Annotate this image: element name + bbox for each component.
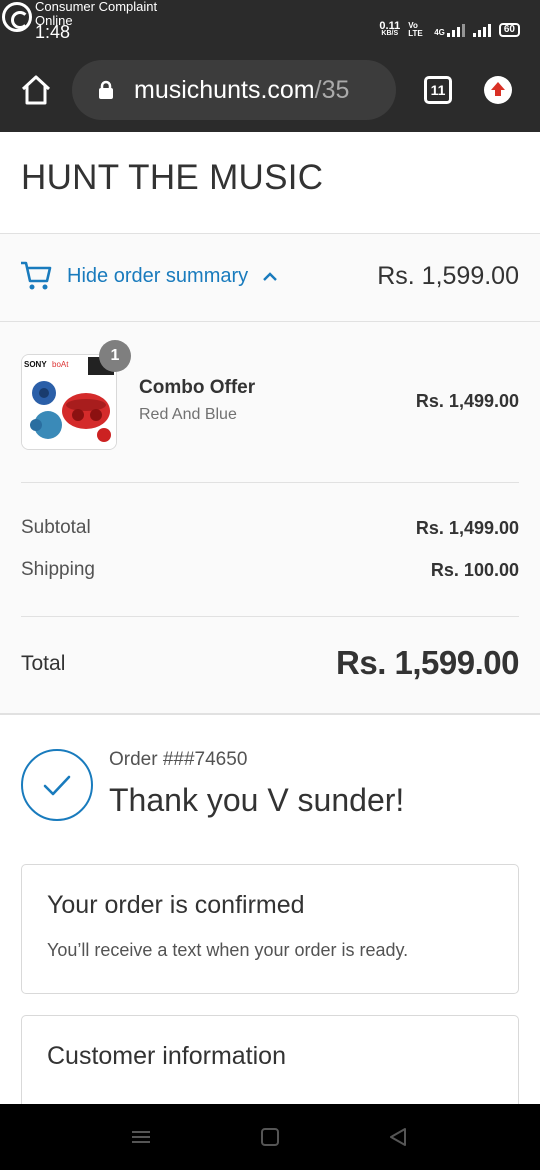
store-title[interactable]: HUNT THE MUSIC [21,158,323,198]
svg-text:boAt: boAt [52,360,69,369]
earbuds-image: SONY boAt [22,355,116,449]
shipping-value: Rs. 100.00 [430,560,519,580]
lock-icon [99,80,113,99]
order-summary: SONY boAt 1 Combo Offer Red And Blue Rs.… [0,322,540,715]
store-header: HUNT THE MUSIC [0,132,540,234]
divider [21,482,519,483]
status-bar: Consumer Complaint Online 1:48 0.11 KB/S… [0,0,540,50]
product-variant: Red And Blue [139,406,237,423]
cart-icon [21,261,52,290]
order-confirmed-text: You’ll receive a text when your order is… [47,940,409,960]
divider [21,616,519,617]
system-indicators: 0.11 KB/S Vo LTE 4G 60 [379,20,520,38]
address-bar[interactable]: musichunts.com/35 [72,60,396,120]
signal-icon-1 [446,23,465,37]
tab-switcher-button[interactable]: 11 [424,76,452,104]
back-icon[interactable] [387,1126,409,1148]
menu-icon[interactable] [130,1126,152,1148]
network-speed: 0.11 KB/S [379,20,401,38]
browser-toolbar: musichunts.com/35 11 [0,50,540,132]
order-confirmed-title: Your order is confirmed [47,891,305,919]
shipping-label: Shipping [21,559,95,580]
summary-total: Rs. 1,599.00 [377,262,519,290]
product-name: Combo Offer [139,377,256,398]
order-confirmation: Order ###74650 Thank you V sunder! Your … [0,716,540,1135]
network-type: 4G [434,23,465,37]
toggle-label[interactable]: Hide order summary [67,265,248,288]
battery-icon: 60 [498,23,520,37]
home-button[interactable] [18,72,54,108]
checkmark-icon [21,749,93,821]
signal-icon-2 [472,23,491,37]
order-confirmed-card: Your order is confirmed You’ll receive a… [21,864,519,994]
total-label: Total [21,652,66,675]
total-value: Rs. 1,599.00 [336,644,519,681]
order-number: Order ###74650 [109,749,248,770]
home-square-icon[interactable] [259,1126,281,1148]
thank-you-heading: Thank you V sunder! [109,782,405,818]
update-icon[interactable] [484,76,512,104]
svg-text:SONY: SONY [24,360,47,369]
product-price: Rs. 1,499.00 [415,391,519,411]
chevron-up-icon [263,272,277,281]
url-text: musichunts.com/35 [134,75,350,104]
product-thumbnail: SONY boAt [21,354,117,450]
volte-indicator: Vo LTE [408,21,423,38]
quantity-badge: 1 [99,340,131,372]
subtotal-label: Subtotal [21,517,91,538]
system-navigation-bar [0,1104,540,1170]
clock: 1:48 [35,22,71,42]
consumer-complaint-icon [2,2,32,32]
order-summary-toggle[interactable]: Hide order summary Rs. 1,599.00 [0,234,540,322]
subtotal-value: Rs. 1,499.00 [415,518,519,538]
customer-information-title: Customer information [47,1042,286,1070]
home-icon [21,75,51,105]
